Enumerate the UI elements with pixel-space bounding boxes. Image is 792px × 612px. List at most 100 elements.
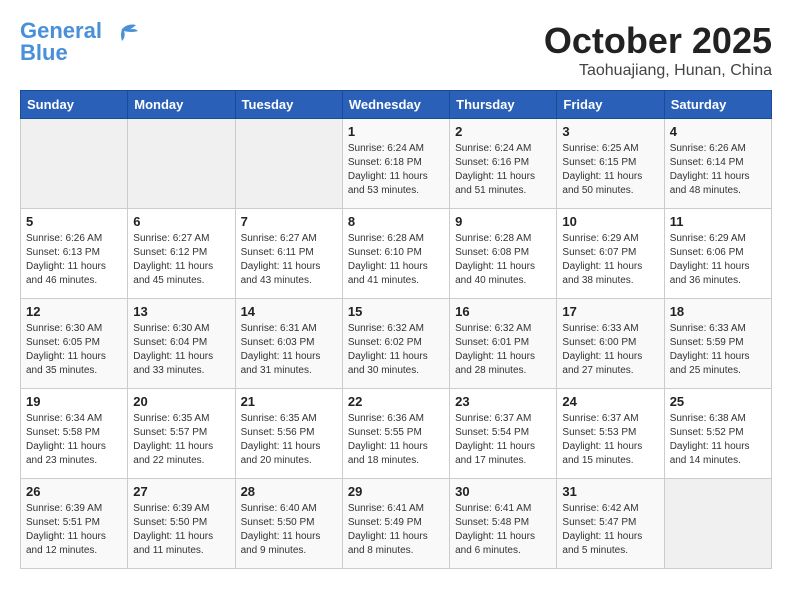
- calendar-cell: 3 Sunrise: 6:25 AMSunset: 6:15 PMDaylight…: [557, 119, 664, 209]
- day-info: Sunrise: 6:35 AMSunset: 5:56 PMDaylight:…: [241, 412, 337, 468]
- day-info: Sunrise: 6:24 AMSunset: 6:16 PMDaylight:…: [455, 142, 551, 198]
- calendar-cell: 18 Sunrise: 6:33 AMSunset: 5:59 PMDayligh…: [664, 299, 771, 389]
- month-title: October 2025: [544, 20, 772, 62]
- day-number: 21: [241, 394, 337, 409]
- day-info: Sunrise: 6:40 AMSunset: 5:50 PMDaylight:…: [241, 502, 337, 558]
- calendar-cell: 24 Sunrise: 6:37 AMSunset: 5:53 PMDayligh…: [557, 389, 664, 479]
- day-info: Sunrise: 6:30 AMSunset: 6:05 PMDaylight:…: [26, 322, 122, 378]
- day-info: Sunrise: 6:32 AMSunset: 6:01 PMDaylight:…: [455, 322, 551, 378]
- day-number: 17: [562, 304, 658, 319]
- day-info: Sunrise: 6:42 AMSunset: 5:47 PMDaylight:…: [562, 502, 658, 558]
- day-info: Sunrise: 6:24 AMSunset: 6:18 PMDaylight:…: [348, 142, 444, 198]
- day-number: 11: [670, 214, 766, 229]
- day-info: Sunrise: 6:26 AMSunset: 6:14 PMDaylight:…: [670, 142, 766, 198]
- day-number: 1: [348, 124, 444, 139]
- day-number: 31: [562, 484, 658, 499]
- calendar-cell: [235, 119, 342, 209]
- day-number: 15: [348, 304, 444, 319]
- page-header: GeneralBlue October 2025 Taohuajiang, Hu…: [20, 20, 772, 80]
- day-number: 9: [455, 214, 551, 229]
- calendar-cell: 21 Sunrise: 6:35 AMSunset: 5:56 PMDayligh…: [235, 389, 342, 479]
- day-info: Sunrise: 6:28 AMSunset: 6:08 PMDaylight:…: [455, 232, 551, 288]
- day-info: Sunrise: 6:26 AMSunset: 6:13 PMDaylight:…: [26, 232, 122, 288]
- calendar-cell: 2 Sunrise: 6:24 AMSunset: 6:16 PMDaylight…: [450, 119, 557, 209]
- weekday-header-sunday: Sunday: [21, 91, 128, 119]
- calendar-cell: 22 Sunrise: 6:36 AMSunset: 5:55 PMDayligh…: [342, 389, 449, 479]
- day-number: 30: [455, 484, 551, 499]
- day-number: 25: [670, 394, 766, 409]
- day-number: 7: [241, 214, 337, 229]
- calendar-cell: 30 Sunrise: 6:41 AMSunset: 5:48 PMDayligh…: [450, 479, 557, 569]
- day-number: 10: [562, 214, 658, 229]
- weekday-header-saturday: Saturday: [664, 91, 771, 119]
- calendar-week-3: 12 Sunrise: 6:30 AMSunset: 6:05 PMDayligh…: [21, 299, 772, 389]
- day-number: 28: [241, 484, 337, 499]
- calendar-cell: 25 Sunrise: 6:38 AMSunset: 5:52 PMDayligh…: [664, 389, 771, 479]
- calendar-cell: 8 Sunrise: 6:28 AMSunset: 6:10 PMDaylight…: [342, 209, 449, 299]
- calendar-cell: 16 Sunrise: 6:32 AMSunset: 6:01 PMDayligh…: [450, 299, 557, 389]
- calendar-cell: 15Sunrise: 6:32 AMSunset: 6:02 PMDayligh…: [342, 299, 449, 389]
- calendar-cell: 5Sunrise: 6:26 AMSunset: 6:13 PMDaylight…: [21, 209, 128, 299]
- calendar-cell: 6Sunrise: 6:27 AMSunset: 6:12 PMDaylight…: [128, 209, 235, 299]
- calendar-cell: [21, 119, 128, 209]
- day-info: Sunrise: 6:29 AMSunset: 6:06 PMDaylight:…: [670, 232, 766, 288]
- day-number: 3: [562, 124, 658, 139]
- day-number: 22: [348, 394, 444, 409]
- calendar-cell: 26 Sunrise: 6:39 AMSunset: 5:51 PMDayligh…: [21, 479, 128, 569]
- day-number: 8: [348, 214, 444, 229]
- day-number: 27: [133, 484, 229, 499]
- weekday-header-friday: Friday: [557, 91, 664, 119]
- day-info: Sunrise: 6:35 AMSunset: 5:57 PMDaylight:…: [133, 412, 229, 468]
- day-info: Sunrise: 6:38 AMSunset: 5:52 PMDaylight:…: [670, 412, 766, 468]
- calendar-cell: [128, 119, 235, 209]
- calendar-cell: 1 Sunrise: 6:24 AMSunset: 6:18 PMDaylight…: [342, 119, 449, 209]
- calendar-cell: 20Sunrise: 6:35 AMSunset: 5:57 PMDayligh…: [128, 389, 235, 479]
- weekday-header-monday: Monday: [128, 91, 235, 119]
- calendar-cell: 14Sunrise: 6:31 AMSunset: 6:03 PMDayligh…: [235, 299, 342, 389]
- calendar-header-row: SundayMondayTuesdayWednesdayThursdayFrid…: [21, 91, 772, 119]
- day-number: 24: [562, 394, 658, 409]
- calendar-cell: 27Sunrise: 6:39 AMSunset: 5:50 PMDayligh…: [128, 479, 235, 569]
- day-number: 16: [455, 304, 551, 319]
- day-info: Sunrise: 6:25 AMSunset: 6:15 PMDaylight:…: [562, 142, 658, 198]
- logo-text: GeneralBlue: [20, 20, 102, 64]
- day-info: Sunrise: 6:33 AMSunset: 6:00 PMDaylight:…: [562, 322, 658, 378]
- day-number: 26: [26, 484, 122, 499]
- day-number: 13: [133, 304, 229, 319]
- weekday-header-tuesday: Tuesday: [235, 91, 342, 119]
- day-info: Sunrise: 6:30 AMSunset: 6:04 PMDaylight:…: [133, 322, 229, 378]
- weekday-header-thursday: Thursday: [450, 91, 557, 119]
- day-info: Sunrise: 6:27 AMSunset: 6:11 PMDaylight:…: [241, 232, 337, 288]
- calendar-cell: 19Sunrise: 6:34 AMSunset: 5:58 PMDayligh…: [21, 389, 128, 479]
- day-info: Sunrise: 6:41 AMSunset: 5:48 PMDaylight:…: [455, 502, 551, 558]
- calendar-week-2: 5Sunrise: 6:26 AMSunset: 6:13 PMDaylight…: [21, 209, 772, 299]
- calendar-cell: [664, 479, 771, 569]
- day-number: 23: [455, 394, 551, 409]
- calendar-cell: 13 Sunrise: 6:30 AMSunset: 6:04 PMDayligh…: [128, 299, 235, 389]
- day-info: Sunrise: 6:29 AMSunset: 6:07 PMDaylight:…: [562, 232, 658, 288]
- calendar-cell: 28 Sunrise: 6:40 AMSunset: 5:50 PMDayligh…: [235, 479, 342, 569]
- day-number: 2: [455, 124, 551, 139]
- day-info: Sunrise: 6:41 AMSunset: 5:49 PMDaylight:…: [348, 502, 444, 558]
- day-info: Sunrise: 6:33 AMSunset: 5:59 PMDaylight:…: [670, 322, 766, 378]
- day-info: Sunrise: 6:39 AMSunset: 5:51 PMDaylight:…: [26, 502, 122, 558]
- day-number: 4: [670, 124, 766, 139]
- day-info: Sunrise: 6:37 AMSunset: 5:54 PMDaylight:…: [455, 412, 551, 468]
- calendar-cell: 9 Sunrise: 6:28 AMSunset: 6:08 PMDaylight…: [450, 209, 557, 299]
- calendar-body: 1 Sunrise: 6:24 AMSunset: 6:18 PMDaylight…: [21, 119, 772, 569]
- day-info: Sunrise: 6:28 AMSunset: 6:10 PMDaylight:…: [348, 232, 444, 288]
- day-number: 18: [670, 304, 766, 319]
- day-number: 12: [26, 304, 122, 319]
- calendar-cell: 29Sunrise: 6:41 AMSunset: 5:49 PMDayligh…: [342, 479, 449, 569]
- calendar-cell: 12 Sunrise: 6:30 AMSunset: 6:05 PMDayligh…: [21, 299, 128, 389]
- day-info: Sunrise: 6:37 AMSunset: 5:53 PMDaylight:…: [562, 412, 658, 468]
- day-info: Sunrise: 6:36 AMSunset: 5:55 PMDaylight:…: [348, 412, 444, 468]
- weekday-header-wednesday: Wednesday: [342, 91, 449, 119]
- logo: GeneralBlue: [20, 20, 140, 64]
- calendar-cell: 4 Sunrise: 6:26 AMSunset: 6:14 PMDaylight…: [664, 119, 771, 209]
- title-area: October 2025 Taohuajiang, Hunan, China: [544, 20, 772, 80]
- calendar-week-4: 19Sunrise: 6:34 AMSunset: 5:58 PMDayligh…: [21, 389, 772, 479]
- day-number: 19: [26, 394, 122, 409]
- calendar-cell: 11 Sunrise: 6:29 AMSunset: 6:06 PMDayligh…: [664, 209, 771, 299]
- calendar-week-5: 26 Sunrise: 6:39 AMSunset: 5:51 PMDayligh…: [21, 479, 772, 569]
